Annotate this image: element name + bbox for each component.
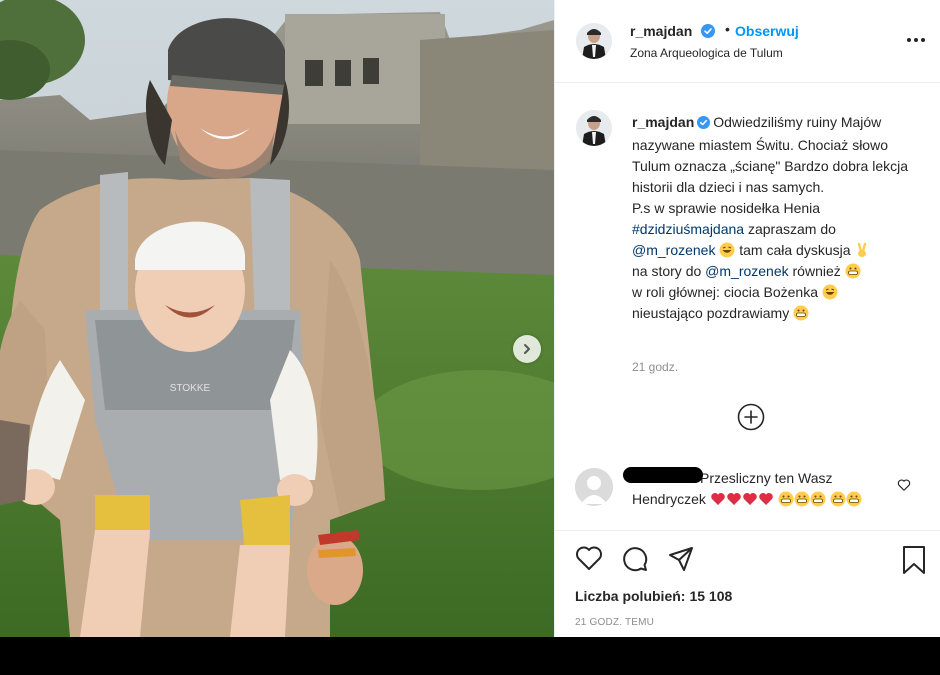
red-heart-icon bbox=[711, 493, 725, 505]
avatar-image bbox=[576, 110, 612, 146]
comment-like-heart-icon[interactable] bbox=[897, 478, 911, 495]
likes-label: Liczba polubień: bbox=[575, 588, 686, 604]
post-photo[interactable]: STOKKE bbox=[0, 0, 554, 637]
photo-illustration: STOKKE bbox=[0, 0, 554, 637]
author-avatar[interactable] bbox=[576, 23, 612, 59]
grinning-emoji-icon bbox=[845, 263, 861, 279]
grinning-emoji-icon bbox=[793, 305, 809, 321]
default-avatar-icon bbox=[575, 468, 613, 506]
laughing-emoji-icon bbox=[822, 284, 838, 300]
laughing-emoji-icon bbox=[719, 242, 735, 258]
caption-text: nieustająco pozdrawiamy bbox=[632, 305, 790, 321]
caption-text: również bbox=[792, 263, 841, 279]
caption-text: w roli głównej: ciocia Bożenka bbox=[632, 284, 818, 300]
victory-hand-emoji-icon bbox=[858, 242, 867, 257]
separator-dot: • bbox=[725, 21, 730, 37]
caption-text: tam cała dyskusja bbox=[739, 242, 851, 258]
caption-text: P.s w sprawie nosidełka Henia bbox=[632, 200, 821, 216]
post-side-panel: r_majdan • Obserwuj Zona Arqueologica de… bbox=[554, 0, 940, 637]
caption-author-avatar[interactable] bbox=[576, 110, 612, 146]
comment-bubble-icon[interactable] bbox=[621, 545, 649, 576]
grinning-emoji-icon bbox=[830, 491, 846, 507]
caption-text: na story do bbox=[632, 263, 702, 279]
red-heart-icon bbox=[743, 493, 757, 505]
post-actions-bar: Liczba polubień: 15 108 21 godz. temu bbox=[555, 530, 940, 637]
caption-username[interactable]: r_majdan bbox=[632, 114, 694, 130]
post-header: r_majdan • Obserwuj Zona Arqueologica de… bbox=[555, 0, 940, 83]
post-timestamp[interactable]: 21 godz. temu bbox=[575, 617, 654, 628]
commenter-avatar[interactable] bbox=[575, 468, 613, 506]
likes-summary[interactable]: Liczba polubień: 15 108 bbox=[575, 588, 732, 604]
post-location[interactable]: Zona Arqueologica de Tulum bbox=[630, 46, 783, 60]
caption-timestamp[interactable]: 21 godz. bbox=[632, 360, 678, 374]
avatar-image bbox=[576, 23, 612, 59]
follow-button[interactable]: Obserwuj bbox=[735, 23, 799, 39]
red-heart-icon bbox=[727, 493, 741, 505]
redacted-username bbox=[623, 467, 703, 483]
grinning-emoji-icon bbox=[794, 491, 810, 507]
caption-text: zapraszam do bbox=[747, 221, 836, 237]
comment-emojis bbox=[710, 491, 862, 507]
next-photo-button[interactable] bbox=[513, 335, 541, 363]
grinning-emoji-icon bbox=[846, 491, 862, 507]
caption-mention[interactable]: @m_rozenek bbox=[632, 242, 715, 258]
bookmark-icon[interactable] bbox=[901, 545, 927, 578]
chevron-right-icon bbox=[524, 344, 530, 354]
background-strip bbox=[0, 637, 940, 675]
caption-mention[interactable]: @m_rozenek bbox=[705, 263, 788, 279]
post-caption: r_majdan Odwiedziliśmy ruiny Majów nazywa… bbox=[632, 112, 928, 324]
carrier-brand-text: STOKKE bbox=[170, 383, 211, 394]
instagram-post: STOKKE r_majdan • Obserwuj Zona Arqueolo… bbox=[0, 0, 940, 637]
red-heart-icon bbox=[759, 493, 773, 505]
plus-circle-icon[interactable] bbox=[737, 403, 765, 431]
caption-hashtag[interactable]: #dzidziuśmajdana bbox=[632, 221, 744, 237]
heart-icon[interactable] bbox=[575, 545, 603, 574]
likes-count: 15 108 bbox=[689, 588, 733, 604]
verified-badge-icon bbox=[701, 24, 715, 41]
more-options-icon[interactable] bbox=[907, 34, 927, 46]
paper-plane-icon[interactable] bbox=[667, 545, 695, 576]
verified-badge-icon bbox=[697, 114, 711, 135]
grinning-emoji-icon bbox=[810, 491, 826, 507]
author-username[interactable]: r_majdan bbox=[630, 23, 692, 39]
grinning-emoji-icon bbox=[778, 491, 794, 507]
